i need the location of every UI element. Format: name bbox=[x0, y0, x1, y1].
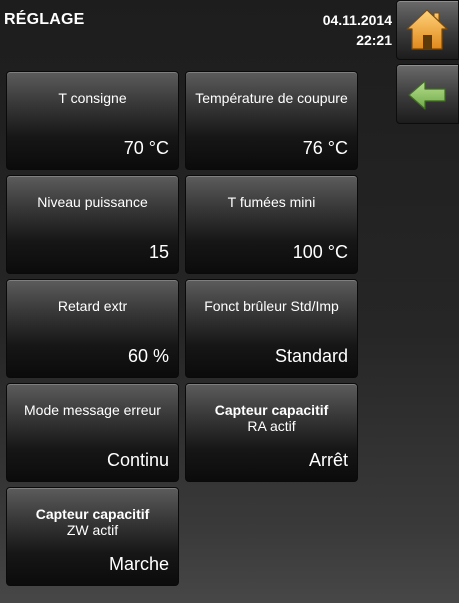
tile-label: Capteur capacitif RA actif bbox=[186, 402, 357, 434]
back-button[interactable] bbox=[396, 64, 459, 124]
tile-value: Standard bbox=[274, 346, 348, 366]
tile-label: Température de coupure bbox=[195, 90, 348, 106]
datetime-display: 04.11.2014 22:21 bbox=[323, 10, 392, 50]
tile-value: Continu bbox=[106, 450, 169, 470]
tile-label-sub: RA actif bbox=[247, 418, 296, 434]
tile-mode-message-erreur[interactable]: Mode message erreur Continu bbox=[6, 383, 179, 482]
tile-label-sub: ZW actif bbox=[66, 522, 119, 538]
tile-t-fumees-mini[interactable]: T fumées mini 100 °C bbox=[185, 175, 358, 274]
tile-label-bold: Capteur capacitif bbox=[214, 402, 329, 418]
tile-label-bold: Capteur capacitif bbox=[35, 506, 150, 522]
tile-label: Niveau puissance bbox=[37, 194, 148, 210]
tile-value: Arrêt bbox=[308, 450, 348, 470]
tile-retard-extr[interactable]: Retard extr 60 % bbox=[6, 279, 179, 378]
tile-temperature-coupure[interactable]: Température de coupure 76 °C bbox=[185, 71, 358, 170]
tile-t-consigne[interactable]: T consigne 70 °C bbox=[6, 71, 179, 170]
tile-value: 70 °C bbox=[123, 138, 169, 158]
tile-label: Capteur capacitif ZW actif bbox=[7, 506, 178, 538]
tile-value: Marche bbox=[108, 554, 169, 574]
page-title: RÉGLAGE bbox=[4, 11, 85, 28]
home-button[interactable] bbox=[396, 0, 459, 60]
tile-value: 100 °C bbox=[292, 242, 348, 262]
tile-fonct-bruleur[interactable]: Fonct brûleur Std/Imp Standard bbox=[185, 279, 358, 378]
date-text: 04.11.2014 bbox=[322, 12, 392, 28]
tile-label: Fonct brûleur Std/Imp bbox=[204, 298, 339, 314]
time-text: 22:21 bbox=[356, 32, 392, 48]
tile-value: 76 °C bbox=[302, 138, 348, 158]
tile-label: T fumées mini bbox=[227, 194, 316, 210]
home-icon bbox=[406, 9, 448, 50]
tile-capteur-zw[interactable]: Capteur capacitif ZW actif Marche bbox=[6, 487, 179, 586]
arrow-left-icon bbox=[408, 80, 446, 110]
tile-label: T consigne bbox=[58, 90, 127, 106]
tile-label: Mode message erreur bbox=[24, 402, 161, 418]
tile-capteur-ra[interactable]: Capteur capacitif RA actif Arrêt bbox=[185, 383, 358, 482]
tile-label: Retard extr bbox=[57, 298, 128, 314]
tile-value: 15 bbox=[148, 242, 169, 262]
tile-value: 60 % bbox=[127, 346, 169, 366]
tile-niveau-puissance[interactable]: Niveau puissance 15 bbox=[6, 175, 179, 274]
